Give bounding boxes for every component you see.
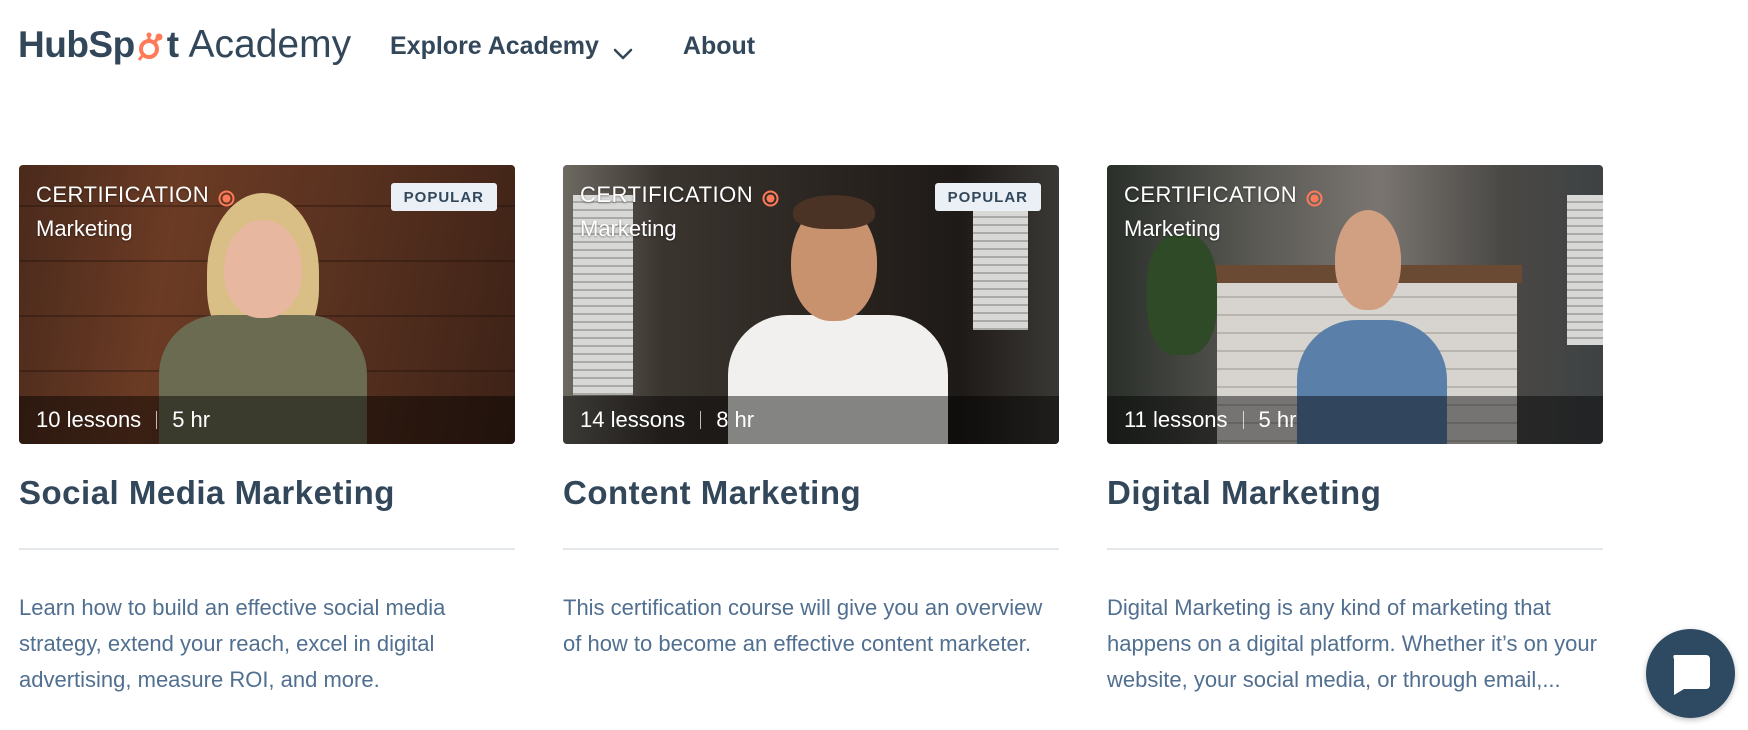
- lesson-count: 11 lessons: [1124, 407, 1228, 432]
- chevron-down-icon: [613, 39, 633, 60]
- card-divider: [19, 548, 515, 550]
- nav-explore-academy[interactable]: Explore Academy: [390, 32, 633, 61]
- course-description: Digital Marketing is any kind of marketi…: [1107, 595, 1597, 692]
- course-topic: Marketing: [1124, 216, 1221, 241]
- presenter-face: [224, 220, 302, 318]
- course-topic: Marketing: [36, 216, 133, 241]
- course-title[interactable]: Social Media Marketing: [19, 474, 515, 512]
- certification-text: CERTIFICATION: [580, 182, 754, 207]
- certification-text: CERTIFICATION: [1124, 182, 1298, 207]
- hubspot-academy-logo[interactable]: HubSp t Academy: [18, 22, 351, 68]
- sprocket-icon: [136, 32, 166, 62]
- window-blinds: [1567, 195, 1603, 345]
- course-description: Learn how to build an effective social m…: [19, 595, 446, 692]
- site-header: HubSp t Academy Explore Academy About: [0, 0, 1748, 92]
- course-description: This certification course will give you …: [563, 595, 1043, 656]
- meta-separator: [700, 411, 702, 429]
- presenter-hair: [793, 195, 875, 229]
- course-meta-bar: 14 lessons 8 hr: [563, 396, 1059, 444]
- meta-separator: [156, 411, 158, 429]
- course-meta-bar: 10 lessons 5 hr: [19, 396, 515, 444]
- course-topic: Marketing: [580, 216, 677, 241]
- course-title[interactable]: Content Marketing: [563, 474, 1059, 512]
- lesson-count: 14 lessons: [580, 407, 686, 432]
- logo-wordmark-left: HubSp: [18, 24, 135, 65]
- course-card-digital-marketing[interactable]: CERTIFICATION Marketing 11 lessons 5 hr …: [1107, 165, 1603, 698]
- popular-badge: POPULAR: [390, 183, 497, 211]
- course-meta-bar: 11 lessons 5 hr: [1107, 396, 1603, 444]
- card-divider: [563, 548, 1059, 550]
- course-thumbnail[interactable]: CERTIFICATION Marketing 11 lessons 5 hr: [1107, 165, 1603, 444]
- course-card-social-media-marketing[interactable]: CERTIFICATION Marketing POPULAR 10 lesso…: [19, 165, 515, 698]
- chat-bubble-icon: [1668, 651, 1714, 697]
- popular-badge: POPULAR: [934, 183, 1041, 211]
- course-thumbnail[interactable]: CERTIFICATION Marketing POPULAR 10 lesso…: [19, 165, 515, 444]
- logo-wordmark-right: t: [166, 24, 179, 65]
- nav-explore-academy-label: Explore Academy: [390, 31, 599, 60]
- course-duration: 8 hr: [716, 407, 755, 432]
- certification-icon: [762, 187, 779, 206]
- certification-label: CERTIFICATION: [580, 182, 779, 208]
- main-nav: Explore Academy About: [390, 28, 755, 64]
- certification-text: CERTIFICATION: [36, 182, 210, 207]
- presenter-face: [1335, 210, 1401, 310]
- certification-icon: [1306, 187, 1323, 206]
- course-duration: 5 hr: [172, 407, 211, 432]
- certification-label: CERTIFICATION: [36, 182, 235, 208]
- lesson-count: 10 lessons: [36, 407, 142, 432]
- card-divider: [1107, 548, 1603, 550]
- course-duration: 5 hr: [1258, 407, 1297, 432]
- logo-product-name: Academy: [188, 23, 352, 66]
- nav-about-label: About: [682, 31, 756, 60]
- course-thumbnail[interactable]: CERTIFICATION Marketing POPULAR 14 lesso…: [563, 165, 1059, 444]
- window-blinds: [973, 210, 1028, 330]
- meta-separator: [1242, 411, 1244, 429]
- course-title[interactable]: Digital Marketing: [1107, 474, 1603, 512]
- certification-icon: [218, 187, 235, 206]
- course-card-content-marketing[interactable]: CERTIFICATION Marketing POPULAR 14 lesso…: [563, 165, 1059, 662]
- certification-label: CERTIFICATION: [1124, 182, 1323, 208]
- nav-about[interactable]: About: [683, 32, 755, 61]
- plant: [1147, 235, 1217, 355]
- chat-launcher-button[interactable]: [1646, 629, 1735, 718]
